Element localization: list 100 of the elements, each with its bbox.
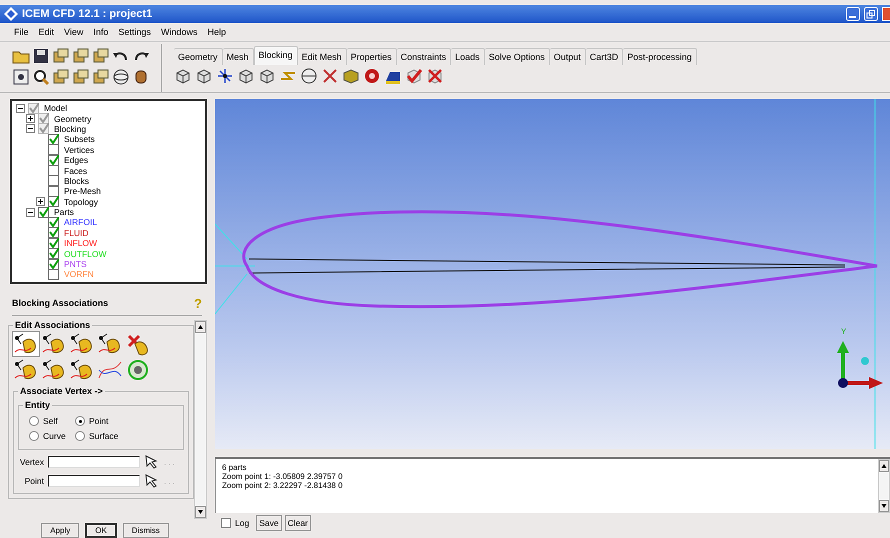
star-icon[interactable]: [216, 67, 234, 85]
checkbox[interactable]: [38, 123, 49, 134]
cube-icon[interactable]: [237, 67, 255, 85]
cursor-icon[interactable]: [144, 473, 160, 489]
tree-item[interactable]: Vertices: [61, 144, 94, 155]
checkbox[interactable]: [48, 227, 59, 238]
checkbox[interactable]: [48, 134, 59, 145]
checkbox[interactable]: [38, 206, 49, 218]
minimize-button[interactable]: [846, 7, 860, 21]
dialog-button[interactable]: Apply: [41, 523, 80, 538]
hand-icon[interactable]: [13, 358, 39, 382]
tab[interactable]: Output: [550, 48, 586, 65]
check-icon[interactable]: [405, 67, 423, 85]
boxes-icon[interactable]: [72, 47, 90, 65]
restore-button[interactable]: [864, 7, 878, 21]
menu-item[interactable]: Settings: [118, 27, 151, 37]
tree-item[interactable]: Topology: [61, 196, 98, 207]
scroll-down-button[interactable]: [195, 506, 206, 518]
radio-option[interactable]: Surface: [75, 431, 135, 441]
tree-item[interactable]: Subsets: [61, 134, 95, 144]
expander-icon[interactable]: [36, 197, 46, 206]
zoom-icon[interactable]: [32, 68, 50, 86]
sphere-icon[interactable]: [300, 67, 318, 85]
boxes-icon[interactable]: [92, 47, 110, 65]
checkbox[interactable]: [48, 258, 59, 270]
dialog-button[interactable]: OK: [85, 523, 117, 538]
menu-item[interactable]: Info: [93, 27, 108, 37]
hand-icon[interactable]: [41, 358, 67, 382]
checkbox[interactable]: [48, 217, 59, 228]
tab[interactable]: Blocking: [254, 46, 298, 65]
checkbox[interactable]: [48, 144, 59, 156]
scrollbar[interactable]: [878, 459, 890, 513]
menu-item[interactable]: File: [14, 27, 29, 37]
tree-item[interactable]: Pre-Mesh: [61, 186, 101, 196]
input-field[interactable]: [48, 475, 140, 487]
radio-option[interactable]: Self: [29, 416, 75, 426]
checkbox[interactable]: [48, 186, 59, 197]
tab[interactable]: Solve Options: [484, 48, 550, 65]
cross-icon[interactable]: [426, 67, 444, 85]
checkbox[interactable]: [48, 165, 59, 176]
expander-icon[interactable]: [26, 208, 36, 217]
checkbox[interactable]: [48, 175, 59, 186]
cube-icon[interactable]: [258, 67, 276, 85]
hand-icon[interactable]: [41, 332, 67, 356]
checkbox[interactable]: [48, 238, 59, 249]
expander-icon[interactable]: [26, 114, 36, 124]
tab[interactable]: Post-processing: [623, 48, 697, 65]
input-field[interactable]: [48, 456, 140, 468]
tab[interactable]: Geometry: [174, 48, 223, 65]
log-button[interactable]: Save: [256, 515, 282, 531]
tree-item[interactable]: FLUID: [61, 228, 89, 238]
hand-icon[interactable]: [13, 332, 39, 356]
scroll-down-button[interactable]: [879, 500, 889, 512]
tab[interactable]: Properties: [346, 48, 397, 65]
checkbox[interactable]: [28, 102, 39, 114]
menu-item[interactable]: Help: [207, 27, 226, 37]
hand-icon[interactable]: [97, 332, 123, 356]
scrollbar[interactable]: [194, 320, 207, 519]
tree-item[interactable]: Edges: [61, 155, 88, 166]
scissors-icon[interactable]: [321, 67, 339, 85]
tab[interactable]: Mesh: [222, 48, 254, 65]
tree-item[interactable]: Geometry: [51, 114, 92, 124]
boxes-icon[interactable]: [92, 68, 110, 86]
log-button[interactable]: Clear: [284, 515, 311, 531]
tree-item[interactable]: AIRFOIL: [61, 217, 98, 228]
log-checkbox[interactable]: Log: [221, 518, 250, 528]
tab[interactable]: Loads: [451, 48, 485, 65]
cross-icon[interactable]: [125, 332, 151, 356]
radio-option[interactable]: Point: [75, 416, 135, 426]
menu-item[interactable]: Edit: [38, 27, 54, 37]
tree-item[interactable]: Blocks: [61, 176, 90, 186]
boxes-icon[interactable]: [72, 68, 90, 86]
menu-item[interactable]: Windows: [160, 27, 198, 37]
expander-icon[interactable]: [26, 124, 36, 134]
block-icon[interactable]: [342, 67, 360, 85]
scroll-up-button[interactable]: [879, 460, 889, 472]
tab[interactable]: Constraints: [396, 48, 452, 65]
tree-item[interactable]: INFLOW: [61, 238, 98, 248]
dialog-button[interactable]: Dismiss: [122, 523, 169, 538]
boxes-icon[interactable]: [52, 47, 70, 65]
sphere-icon[interactable]: [112, 68, 130, 86]
tab[interactable]: Edit Mesh: [298, 48, 347, 65]
checkbox[interactable]: [48, 268, 59, 280]
radio-option[interactable]: Curve: [29, 431, 75, 441]
tree-item[interactable]: PNTS: [61, 259, 87, 270]
cube-icon[interactable]: [195, 67, 213, 85]
hand-icon[interactable]: [69, 332, 95, 356]
tab[interactable]: Cart3D: [586, 48, 624, 65]
hand-icon[interactable]: [69, 358, 95, 382]
checkbox[interactable]: [48, 196, 59, 208]
tree-item[interactable]: Model: [41, 103, 68, 114]
scroll-up-button[interactable]: [195, 321, 206, 333]
boxes-icon[interactable]: [52, 68, 70, 86]
cursor-icon[interactable]: [144, 454, 160, 470]
expander-icon[interactable]: [16, 104, 26, 113]
tree-item[interactable]: Faces: [61, 166, 88, 176]
cube-icon[interactable]: [174, 67, 192, 85]
checkbox[interactable]: [48, 154, 59, 166]
tree-item[interactable]: Parts: [51, 207, 74, 218]
checkbox[interactable]: [48, 248, 59, 260]
